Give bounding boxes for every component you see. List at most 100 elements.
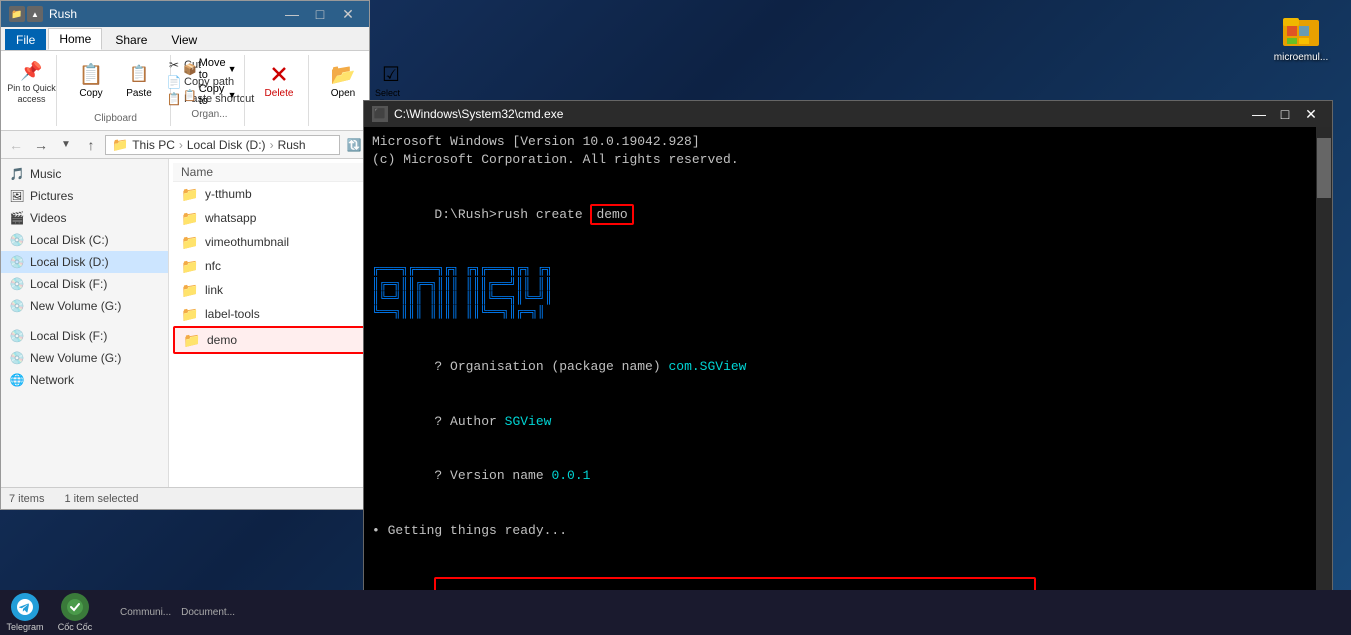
sidebar-item-pictures[interactable]: 🖼 Pictures (1, 185, 168, 207)
sidebar-label-local-f1: Local Disk (F:) (30, 277, 107, 291)
quick-access-group: 📌 Pin to Quickaccess (7, 55, 57, 126)
cmd-blank-2 (372, 242, 1324, 260)
taskbar-telegram[interactable]: Telegram (0, 590, 50, 635)
sidebar: 🎵 Music 🖼 Pictures 🎬 Videos 💿 Local Disk… (1, 159, 169, 487)
cmd-minimize-button[interactable]: — (1246, 103, 1272, 125)
file-name-y-tthumb: y-tthumb (205, 187, 252, 201)
selected-count: 1 item selected (64, 493, 138, 505)
maximize-button[interactable]: □ (307, 3, 333, 25)
pin-label: Pin to Quickaccess (7, 83, 56, 105)
cmd-title-icon: ⬛ (372, 106, 388, 122)
copy-to-button[interactable]: 📋 Copy to ▼ (183, 83, 237, 107)
file-list: Name 📁 y-tthumb 📁 whatsapp 📁 vimeothumbn… (169, 159, 369, 487)
coccoc-icon (61, 593, 89, 621)
path-this-pc[interactable]: This PC (132, 138, 175, 152)
file-item-link[interactable]: 📁 link (173, 278, 365, 302)
path-local-d[interactable]: Local Disk (D:) (187, 138, 266, 152)
file-item-vimeothumbnail[interactable]: 📁 vimeothumbnail (173, 230, 365, 254)
back-button[interactable]: ← (5, 134, 27, 156)
move-to-label: Move to (199, 57, 226, 81)
file-item-nfc[interactable]: 📁 nfc (173, 254, 365, 278)
delete-button[interactable]: Delete (257, 57, 301, 102)
cmd-author-val: SGView (505, 414, 552, 429)
cmd-title-text: C:\Windows\System32\cmd.exe (394, 107, 1240, 121)
close-button[interactable]: ✕ (335, 3, 361, 25)
copy-label: Copy (79, 88, 102, 99)
tab-view[interactable]: View (160, 29, 208, 50)
cmd-line-getting: • Getting things ready... (372, 522, 1324, 540)
recent-button[interactable]: ▼ (55, 134, 77, 156)
delete-label: Delete (265, 88, 294, 99)
file-item-whatsapp[interactable]: 📁 whatsapp (173, 206, 365, 230)
status-bar: 7 items 1 item selected (1, 487, 369, 509)
new-group: Delete (249, 55, 309, 126)
sidebar-item-new-volume-g1[interactable]: 💿 New Volume (G:) (1, 295, 168, 317)
cmd-scrollbar[interactable] (1316, 127, 1332, 619)
move-to-button[interactable]: 📦 Move to ▼ (183, 57, 237, 81)
sidebar-label-network: Network (30, 373, 74, 387)
minimize-button[interactable]: — (279, 3, 305, 25)
paste-icon: 📋 (125, 60, 153, 88)
sidebar-item-local-d[interactable]: 💿 Local Disk (D:) (1, 251, 168, 273)
clipboard-label: Clipboard (69, 113, 162, 124)
sidebar-item-local-c[interactable]: 💿 Local Disk (C:) (1, 229, 168, 251)
paste-button[interactable]: 📋 Paste (117, 57, 161, 102)
title-icon-folder: 📁 (9, 6, 25, 22)
file-list-header: Name (173, 163, 365, 182)
microemul-icon (1281, 10, 1321, 50)
tab-share[interactable]: Share (104, 29, 158, 50)
sidebar-item-music[interactable]: 🎵 Music (1, 163, 168, 185)
cmd-line-org: ? Organisation (package name) com.SGView (372, 340, 1324, 395)
explorer-main: 🎵 Music 🖼 Pictures 🎬 Videos 💿 Local Disk… (1, 159, 369, 487)
sidebar-label-new-volume-g1: New Volume (G:) (30, 299, 121, 313)
sidebar-item-local-f2[interactable]: 💿 Local Disk (F:) (1, 325, 168, 347)
sidebar-item-videos[interactable]: 🎬 Videos (1, 207, 168, 229)
pin-quick-access-button[interactable]: 📌 Pin to Quickaccess (3, 57, 60, 107)
file-explorer-window: 📁 ▲ Rush — □ ✕ File Home Share View 📌 (0, 0, 370, 510)
sidebar-item-new-volume-g2[interactable]: 💿 New Volume (G:) (1, 347, 168, 369)
sidebar-item-network[interactable]: 🌐 Network (1, 369, 168, 391)
local-c-icon: 💿 (9, 232, 25, 248)
tab-file[interactable]: File (5, 29, 46, 50)
videos-icon: 🎬 (9, 210, 25, 226)
desktop-icon-label: microemul... (1274, 52, 1328, 63)
file-name-whatsapp: whatsapp (205, 211, 256, 225)
tab-home[interactable]: Home (48, 28, 102, 50)
file-name-vimeothumbnail: vimeothumbnail (205, 235, 289, 249)
folder-icon-link: 📁 (181, 281, 199, 299)
paste-label: Paste (126, 88, 152, 99)
name-column-header: Name (181, 165, 213, 179)
item-count: 7 items (9, 493, 44, 505)
up-button[interactable]: ↑ (80, 134, 102, 156)
sidebar-label-local-d: Local Disk (D:) (30, 255, 109, 269)
ribbon-tabs: File Home Share View (1, 27, 369, 51)
cmd-line-2: (c) Microsoft Corporation. All rights re… (372, 151, 1324, 169)
file-item-y-tthumb[interactable]: 📁 y-tthumb (173, 182, 365, 206)
cmd-close-button[interactable]: ✕ (1298, 103, 1324, 125)
sidebar-label-videos: Videos (30, 211, 66, 225)
cmd-scroll-thumb[interactable] (1317, 138, 1331, 198)
address-path-display[interactable]: 📁 This PC › Local Disk (D:) › Rush (105, 135, 340, 155)
music-icon: 🎵 (9, 166, 25, 182)
folder-icon-nfc: 📁 (181, 257, 199, 275)
file-item-demo[interactable]: 📁 demo (173, 326, 365, 354)
copy-button[interactable]: 📋 Copy (69, 57, 113, 102)
open-button[interactable]: 📂 Open (321, 57, 365, 102)
telegram-label: Telegram (6, 622, 43, 632)
forward-button[interactable]: → (30, 134, 52, 156)
copy-to-label: Copy to (199, 83, 226, 107)
organize-group: 📦 Move to ▼ 📋 Copy to ▼ Organ... (175, 55, 245, 126)
file-item-label-tools[interactable]: 📁 label-tools (173, 302, 365, 326)
refresh-button[interactable]: 🔃 (343, 134, 365, 156)
path-rush[interactable]: Rush (278, 138, 306, 152)
cmd-maximize-button[interactable]: □ (1272, 103, 1298, 125)
file-name-nfc: nfc (205, 259, 221, 273)
sidebar-item-local-f1[interactable]: 💿 Local Disk (F:) (1, 273, 168, 295)
telegram-icon (11, 593, 39, 621)
desktop-icon-microemul[interactable]: microemul... (1271, 10, 1331, 63)
cmd-demo-highlight: demo (590, 204, 633, 225)
taskbar-coccoc[interactable]: Cốc Cốc (50, 590, 100, 635)
sidebar-label-music: Music (30, 167, 61, 181)
local-f2-icon: 💿 (9, 328, 25, 344)
organize-label: Organ... (183, 109, 236, 120)
